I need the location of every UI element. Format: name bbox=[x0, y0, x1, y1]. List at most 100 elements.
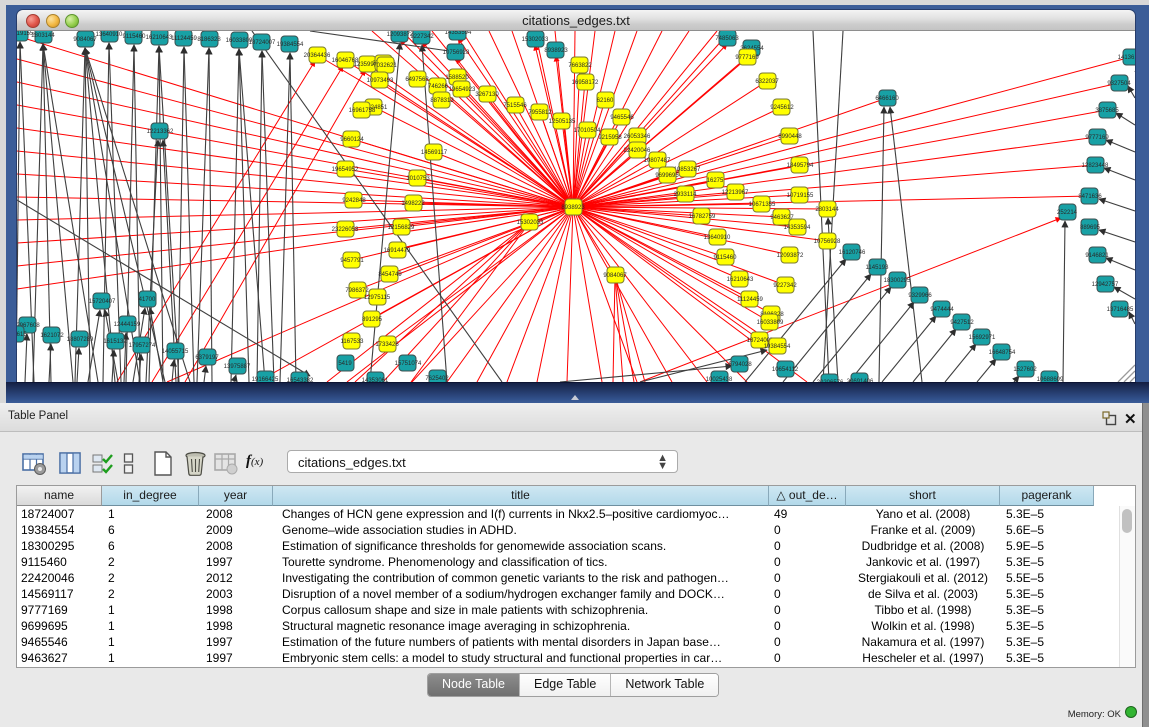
svg-text:1615132: 1615132 bbox=[103, 339, 127, 345]
svg-text:6497568: 6497568 bbox=[405, 77, 429, 83]
svg-text:62160: 62160 bbox=[597, 98, 614, 104]
svg-text:6322037: 6322037 bbox=[755, 79, 779, 85]
svg-text:10807487: 10807487 bbox=[644, 158, 671, 164]
svg-text:12823448: 12823448 bbox=[1082, 163, 1109, 169]
svg-text:16543382: 16543382 bbox=[287, 378, 314, 382]
svg-text:7515546: 7515546 bbox=[503, 103, 527, 109]
svg-text:9699695: 9699695 bbox=[655, 173, 679, 179]
svg-text:8938923: 8938923 bbox=[544, 48, 568, 54]
svg-text:15751074: 15751074 bbox=[395, 361, 422, 367]
svg-text:18495794: 18495794 bbox=[787, 163, 814, 169]
svg-text:1498222: 1498222 bbox=[401, 201, 425, 207]
svg-text:10654112: 10654112 bbox=[772, 367, 799, 373]
svg-text:1362615: 1362615 bbox=[17, 332, 27, 338]
svg-text:1527602: 1527602 bbox=[1013, 367, 1037, 373]
svg-text:891295: 891295 bbox=[362, 317, 383, 323]
svg-text:14353061: 14353061 bbox=[362, 378, 389, 382]
svg-text:23226058: 23226058 bbox=[332, 227, 359, 233]
svg-text:14353594: 14353594 bbox=[784, 225, 811, 231]
svg-text:13640910: 13640910 bbox=[704, 235, 731, 241]
svg-text:2803144: 2803144 bbox=[815, 207, 839, 213]
svg-text:10756928: 10756928 bbox=[443, 50, 470, 56]
svg-text:10973493: 10973493 bbox=[367, 78, 394, 84]
svg-text:9227342: 9227342 bbox=[410, 34, 434, 40]
svg-text:252214: 252214 bbox=[1057, 210, 1078, 216]
svg-text:16210643: 16210643 bbox=[727, 277, 754, 283]
svg-text:15302033: 15302033 bbox=[517, 220, 544, 226]
svg-text:9227342: 9227342 bbox=[773, 283, 797, 289]
svg-text:5419: 5419 bbox=[338, 361, 352, 367]
svg-text:1145193: 1145193 bbox=[866, 265, 890, 271]
svg-text:12213967: 12213967 bbox=[722, 190, 749, 196]
svg-text:1167533: 1167533 bbox=[341, 339, 365, 345]
svg-text:15302033: 15302033 bbox=[522, 37, 549, 43]
svg-text:9115460: 9115460 bbox=[714, 255, 738, 261]
svg-text:11124459: 11124459 bbox=[171, 36, 197, 42]
svg-text:16958172: 16958172 bbox=[572, 80, 599, 86]
svg-text:18807289: 18807289 bbox=[67, 337, 94, 343]
svg-text:14569117: 14569117 bbox=[421, 150, 448, 156]
svg-text:10671355: 10671355 bbox=[749, 202, 776, 208]
svg-text:6466160: 6466160 bbox=[875, 96, 899, 102]
svg-text:9245612: 9245612 bbox=[770, 105, 794, 111]
svg-text:19654952: 19654952 bbox=[332, 167, 359, 173]
svg-text:9327504: 9327504 bbox=[1107, 81, 1131, 87]
svg-text:16914479: 16914479 bbox=[384, 248, 411, 254]
svg-text:6794028: 6794028 bbox=[728, 362, 752, 368]
svg-text:12505135: 12505135 bbox=[549, 119, 576, 125]
svg-text:12156829: 12156829 bbox=[388, 225, 415, 231]
svg-text:15720407: 15720407 bbox=[89, 299, 116, 305]
svg-text:2803144: 2803144 bbox=[31, 33, 55, 39]
svg-text:41700: 41700 bbox=[139, 297, 156, 303]
svg-text:20364436: 20364436 bbox=[304, 53, 331, 59]
svg-text:7625402: 7625402 bbox=[425, 376, 449, 382]
svg-text:9084067: 9084067 bbox=[73, 37, 97, 43]
svg-text:12975115: 12975115 bbox=[364, 295, 391, 301]
svg-text:9146821: 9146821 bbox=[1085, 253, 1109, 259]
svg-text:19384554: 19384554 bbox=[764, 344, 791, 350]
svg-text:9242848: 9242848 bbox=[342, 198, 366, 204]
svg-text:18724007: 18724007 bbox=[249, 40, 276, 46]
svg-text:15692971: 15692971 bbox=[969, 335, 996, 341]
svg-text:26053346: 26053346 bbox=[624, 134, 651, 140]
svg-text:8454749: 8454749 bbox=[378, 272, 402, 278]
svg-text:19166425: 19166425 bbox=[252, 377, 279, 382]
svg-text:9777169: 9777169 bbox=[1085, 135, 1109, 141]
svg-text:8186328: 8186328 bbox=[197, 37, 221, 43]
svg-text:16275: 16275 bbox=[707, 178, 724, 184]
svg-text:1588520: 1588520 bbox=[445, 75, 469, 81]
svg-text:1621072: 1621072 bbox=[40, 333, 64, 339]
svg-text:16782759: 16782759 bbox=[689, 214, 716, 220]
svg-text:19654923: 19654923 bbox=[449, 87, 476, 93]
svg-text:9465546: 9465546 bbox=[610, 115, 634, 121]
svg-text:9115460: 9115460 bbox=[123, 34, 147, 40]
svg-text:1733426: 1733426 bbox=[375, 342, 399, 348]
svg-text:9457791: 9457791 bbox=[340, 258, 364, 264]
svg-text:16961758: 16961758 bbox=[349, 108, 376, 114]
svg-text:7955812: 7955812 bbox=[528, 110, 552, 116]
svg-text:8990448: 8990448 bbox=[778, 134, 802, 140]
svg-text:16033809: 16033809 bbox=[757, 320, 784, 326]
svg-text:18300295: 18300295 bbox=[884, 278, 911, 284]
svg-text:9084067: 9084067 bbox=[603, 273, 627, 279]
svg-text:9427512: 9427512 bbox=[950, 320, 974, 326]
svg-text:7986372: 7986372 bbox=[345, 288, 369, 294]
svg-text:12213362: 12213362 bbox=[147, 129, 174, 135]
svg-text:14136141: 14136141 bbox=[1118, 55, 1135, 61]
svg-text:20691406: 20691406 bbox=[847, 379, 874, 382]
svg-text:8471636: 8471636 bbox=[1078, 194, 1102, 200]
svg-text:1010753: 1010753 bbox=[406, 176, 430, 182]
svg-text:19384554: 19384554 bbox=[277, 42, 304, 48]
svg-text:12444159: 12444159 bbox=[114, 322, 141, 328]
svg-text:10719155: 10719155 bbox=[787, 193, 814, 199]
svg-text:7663822: 7663822 bbox=[568, 63, 592, 69]
svg-text:2933114: 2933114 bbox=[674, 192, 698, 198]
svg-text:10025438: 10025438 bbox=[706, 377, 733, 382]
svg-text:13640910: 13640910 bbox=[96, 32, 123, 38]
svg-text:3267130: 3267130 bbox=[475, 92, 499, 98]
svg-text:9215958: 9215958 bbox=[598, 135, 622, 141]
svg-text:12093872: 12093872 bbox=[777, 253, 804, 259]
svg-text:9777169: 9777169 bbox=[735, 55, 759, 61]
svg-text:16648754: 16648754 bbox=[989, 350, 1016, 356]
svg-text:8938923: 8938923 bbox=[561, 205, 585, 211]
